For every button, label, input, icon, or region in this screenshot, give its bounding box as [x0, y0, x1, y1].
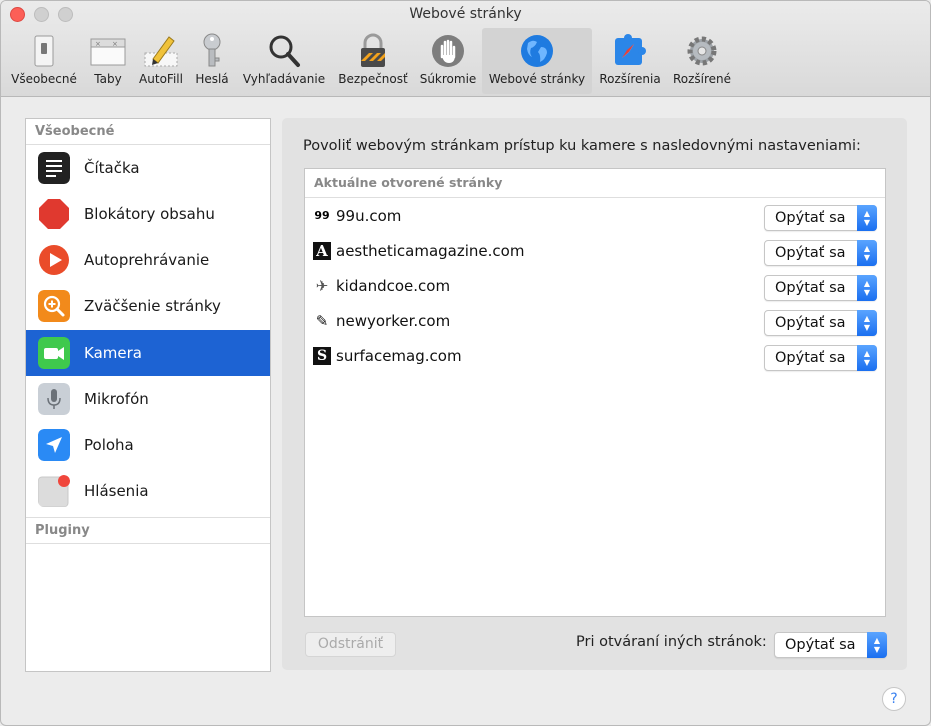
gear-icon	[687, 36, 717, 66]
sidebar-header-plugins: Pluginy	[26, 517, 270, 544]
zoom-icon	[38, 290, 70, 322]
favicon-99u: 99	[314, 209, 330, 222]
toolbar-search[interactable]: Vyhľadávanie	[238, 28, 330, 94]
location-arrow-icon	[38, 429, 70, 461]
toolbar-websites[interactable]: Webové stránky	[482, 28, 592, 94]
notification-icon	[38, 475, 70, 507]
site-row: A aestheticamagazine.com Opýtať sa ▲ ▼	[305, 234, 885, 269]
site-setting-popup[interactable]: Opýtať sa ▲ ▼	[764, 205, 877, 231]
toolbar-passwords[interactable]: Heslá	[190, 28, 234, 94]
microphone-icon	[38, 383, 70, 415]
site-setting-popup[interactable]: Opýtať sa ▲ ▼	[764, 310, 877, 336]
pencil-icon	[144, 36, 178, 67]
sidebar-item-notifications[interactable]: Hlásenia	[26, 468, 270, 514]
play-icon	[39, 245, 69, 275]
site-setting-popup[interactable]: Opýtať sa ▲ ▼	[764, 345, 877, 371]
chevron-updown-icon: ▲ ▼	[857, 240, 877, 266]
toolbar-general[interactable]: Všeobecné	[5, 28, 83, 94]
reader-icon	[38, 152, 70, 184]
toolbar-extensions[interactable]: Rozšírenia	[595, 28, 665, 94]
sidebar-item-location[interactable]: Poloha	[26, 422, 270, 468]
favicon-newyorker: ✎	[315, 312, 329, 330]
toolbar-autofill[interactable]: AutoFill	[134, 28, 188, 94]
remove-button[interactable]: Odstrániť	[305, 632, 396, 657]
site-setting-popup[interactable]: Opýtať sa ▲ ▼	[764, 275, 877, 301]
site-row: S surfacemag.com Opýtať sa ▲ ▼	[305, 339, 885, 374]
site-row: ✈ kidandcoe.com Opýtať sa ▲ ▼	[305, 269, 885, 304]
svg-text:×: ×	[112, 40, 118, 48]
svg-text:×: ×	[95, 40, 101, 48]
sidebar-item-camera[interactable]: Kamera	[26, 330, 270, 376]
favicon-surfacemag: S	[313, 347, 331, 365]
camera-icon	[38, 337, 70, 369]
hand-icon	[432, 35, 464, 67]
chevron-updown-icon: ▲ ▼	[857, 310, 877, 336]
chevron-updown-icon: ▲ ▼	[867, 632, 887, 658]
puzzle-compass-icon	[615, 34, 646, 65]
other-sites-popup[interactable]: Opýtať sa ▲ ▼	[774, 632, 887, 658]
favicon-kidandcoe: ✈	[315, 277, 329, 295]
chevron-updown-icon: ▲ ▼	[857, 275, 877, 301]
toolbar-tabs[interactable]: × × Taby	[85, 28, 131, 94]
site-row: ✎ newyorker.com Opýtať sa ▲ ▼	[305, 304, 885, 339]
sidebar-item-content-blockers[interactable]: Blokátory obsahu	[26, 191, 270, 237]
sidebar-item-page-zoom[interactable]: Zväčšenie stránky	[26, 283, 270, 329]
toolbar-advanced[interactable]: Rozšírené	[668, 28, 736, 94]
site-setting-popup[interactable]: Opýtať sa ▲ ▼	[764, 240, 877, 266]
toolbar-privacy[interactable]: Súkromie	[416, 28, 480, 94]
titlebar: Webové stránky Všeobecné × × Taby AutoFi…	[1, 1, 930, 97]
help-button[interactable]: ?	[882, 687, 906, 711]
switch-icon	[34, 35, 54, 67]
globe-icon	[521, 35, 553, 67]
tabs-icon: × ×	[90, 38, 126, 66]
padlock-icon	[361, 33, 385, 67]
chevron-updown-icon: ▲ ▼	[857, 205, 877, 231]
toolbar-security[interactable]: Bezpečnosť	[332, 28, 414, 94]
other-sites-label: Pri otváraní iných stránok:	[576, 634, 767, 650]
sites-list-header: Aktuálne otvorené stránky	[305, 169, 885, 198]
window-title: Webové stránky	[409, 6, 522, 22]
sidebar: Všeobecné Čítačka Blokátory obsahu Autop…	[25, 118, 271, 672]
sidebar-item-reader[interactable]: Čítačka	[26, 145, 270, 191]
preferences-window: Webové stránky Všeobecné × × Taby AutoFi…	[0, 0, 931, 726]
favicon-aesthetica: A	[313, 242, 331, 260]
sidebar-header-general: Všeobecné	[26, 119, 270, 145]
site-row: 99 99u.com Opýtať sa ▲ ▼	[305, 199, 885, 234]
stop-sign-icon	[39, 199, 69, 229]
sidebar-item-autoplay[interactable]: Autoprehrávanie	[26, 237, 270, 283]
sites-list: Aktuálne otvorené stránky 99 99u.com Opý…	[304, 168, 886, 617]
sidebar-item-microphone[interactable]: Mikrofón	[26, 376, 270, 422]
magnifier-icon	[269, 35, 300, 67]
chevron-updown-icon: ▲ ▼	[857, 345, 877, 371]
panel-description: Povoliť webovým stránkam prístup ku kame…	[303, 138, 861, 154]
key-icon	[203, 33, 221, 67]
